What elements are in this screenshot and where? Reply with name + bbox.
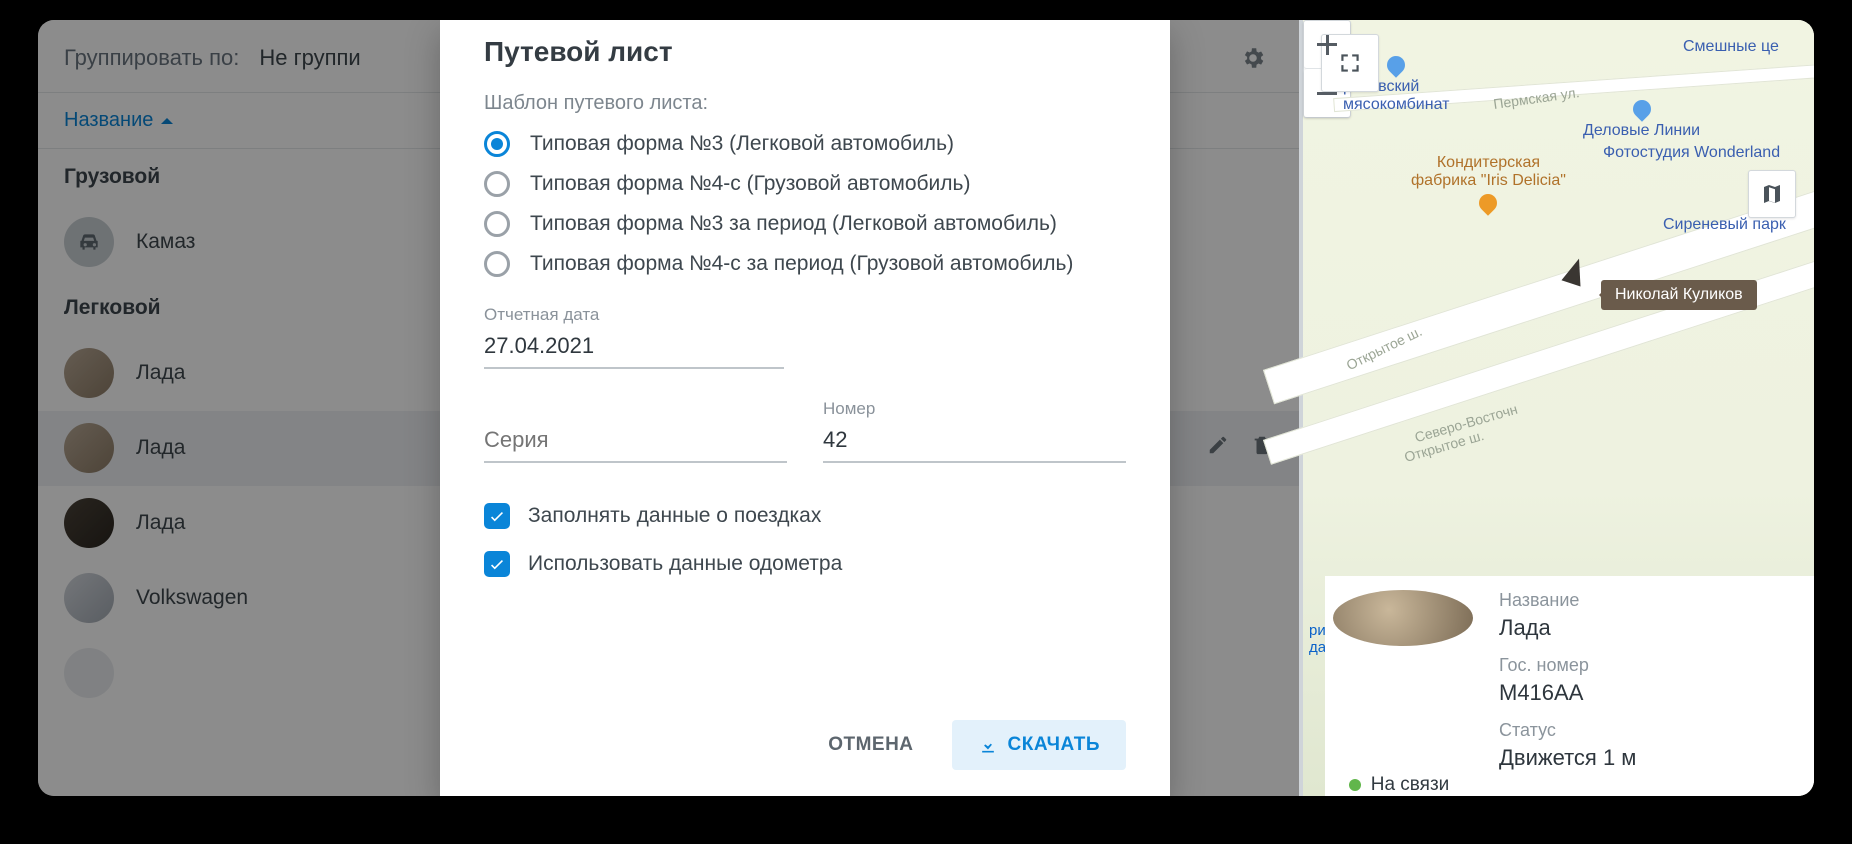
number-field: Номер (823, 399, 1126, 463)
map-pane: ряновский мясокомбинат Кондитерская фабр… (1303, 20, 1814, 796)
field-label: Отчетная дата (484, 305, 784, 325)
radio-label: Типовая форма №3 за период (Легковой авт… (530, 212, 1057, 236)
template-radio[interactable]: Типовая форма №3 (Легковой автомобиль) (484, 131, 1126, 157)
download-button[interactable]: СКАЧАТЬ (952, 720, 1126, 770)
vehicle-info-card: На связи Название Лада Гос. номер М416АА… (1325, 576, 1814, 796)
radio-label: Типовая форма №4-с за период (Грузовой а… (530, 252, 1073, 276)
app-window: Группировать по: Не группи Название Моде… (38, 20, 1814, 796)
status-dot-icon (1349, 779, 1361, 791)
checkbox-label: Заполнять данные о поездках (528, 504, 821, 528)
radio-icon (484, 171, 510, 197)
radio-icon (484, 211, 510, 237)
pin-icon (1629, 96, 1654, 121)
report-date-input[interactable] (484, 329, 784, 369)
meta-key: Гос. номер (1499, 655, 1636, 676)
meta-value: Лада (1499, 615, 1636, 641)
download-icon (978, 735, 998, 755)
pin-icon (1383, 52, 1408, 77)
template-radio-group: Типовая форма №3 (Легковой автомобиль) Т… (484, 131, 1126, 277)
modal-title: Путевой лист (484, 36, 1126, 68)
map-poi[interactable]: Деловые Линии (1583, 100, 1700, 140)
template-section-label: Шаблон путевого листа: (484, 92, 1126, 115)
use-odometer-checkbox[interactable]: Использовать данные одометра (484, 551, 1126, 577)
checkbox-icon (484, 551, 510, 577)
fill-trips-checkbox[interactable]: Заполнять данные о поездках (484, 503, 1126, 529)
template-radio[interactable]: Типовая форма №3 за период (Легковой авт… (484, 211, 1126, 237)
checkbox-label: Использовать данные одометра (528, 552, 842, 576)
vehicles-pane: Группировать по: Не группи Название Моде… (38, 20, 1303, 796)
waybill-modal: Путевой лист Шаблон путевого листа: Типо… (440, 20, 1170, 796)
field-label: Номер (823, 399, 1126, 419)
pin-icon (1476, 190, 1501, 215)
map-poi[interactable]: Сиреневый парк (1663, 216, 1786, 234)
radio-label: Типовая форма №3 (Легковой автомобиль) (530, 132, 954, 156)
tracker-label[interactable]: Николай Куликов (1601, 280, 1757, 310)
map-poi[interactable]: Кондитерская фабрика "Iris Delicia" (1411, 154, 1566, 216)
map-icon (1760, 182, 1784, 206)
modal-actions: ОТМЕНА СКАЧАТЬ (484, 692, 1126, 770)
online-status: На связи (1349, 774, 1450, 796)
split-panes: Группировать по: Не группи Название Моде… (38, 20, 1814, 796)
meta-key: Название (1499, 590, 1636, 611)
cancel-button[interactable]: ОТМЕНА (802, 720, 939, 770)
meta-value: Движется 1 м (1499, 745, 1636, 771)
template-radio[interactable]: Типовая форма №4-с за период (Грузовой а… (484, 251, 1126, 277)
template-radio[interactable]: Типовая форма №4-с (Грузовой автомобиль) (484, 171, 1126, 197)
radio-label: Типовая форма №4-с (Грузовой автомобиль) (530, 172, 970, 196)
meta-value: М416АА (1499, 680, 1636, 706)
online-label: На связи (1371, 774, 1450, 796)
fullscreen-icon (1337, 50, 1363, 76)
series-field: x (484, 399, 787, 463)
meta-key: Статус (1499, 720, 1636, 741)
vehicle-meta: Название Лада Гос. номер М416АА Статус Д… (1499, 590, 1636, 796)
options-checkboxes: Заполнять данные о поездках Использовать… (484, 503, 1126, 577)
radio-icon (484, 131, 510, 157)
map-poi[interactable]: Фотостудия Wonderland (1603, 144, 1780, 162)
vehicle-thumbnail (1333, 590, 1473, 646)
radio-icon (484, 251, 510, 277)
map-poi[interactable]: Смешные це (1683, 38, 1779, 56)
number-input[interactable] (823, 423, 1126, 463)
download-label: СКАЧАТЬ (1008, 734, 1100, 756)
checkbox-icon (484, 503, 510, 529)
layers-button[interactable] (1748, 170, 1796, 218)
series-input[interactable] (484, 423, 787, 463)
report-date-field: Отчетная дата (484, 305, 784, 369)
